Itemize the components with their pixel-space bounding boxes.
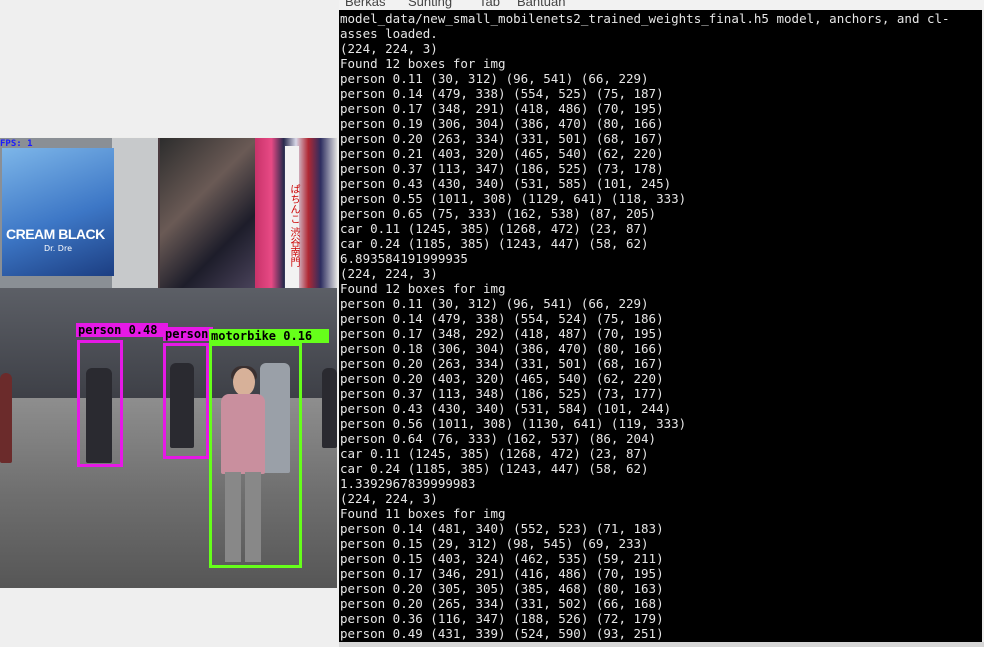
terminal-line: person 0.15 (403, 324) (462, 535) (59, 2… bbox=[340, 551, 664, 566]
terminal-line: person 0.11 (30, 312) (96, 541) (66, 229… bbox=[340, 296, 649, 311]
terminal-line: person 0.15 (29, 312) (98, 545) (69, 233… bbox=[340, 536, 649, 551]
terminal-line: person 0.64 (76, 333) (162, 537) (86, 20… bbox=[340, 431, 657, 446]
terminal-line: car 0.24 (1185, 385) (1243, 447) (58, 62… bbox=[340, 236, 649, 251]
menu-item-tab[interactable]: Tab bbox=[479, 0, 500, 9]
terminal-line: person 0.37 (113, 348) (186, 525) (73, 1… bbox=[340, 386, 664, 401]
terminal-line: person 0.56 (1011, 308) (1130, 641) (119… bbox=[340, 416, 687, 431]
menu-item-bantuan[interactable]: Bantuan bbox=[517, 0, 565, 9]
terminal-line: person 0.21 (403, 320) (465, 540) (62, 2… bbox=[340, 146, 664, 161]
terminal-line: person 0.20 (265, 334) (331, 502) (66, 1… bbox=[340, 596, 664, 611]
terminal-line: person 0.14 (479, 338) (554, 525) (75, 1… bbox=[340, 86, 664, 101]
terminal-line: car 0.24 (1185, 385) (1243, 447) (58, 62… bbox=[340, 461, 649, 476]
terminal-bottom-edge bbox=[339, 642, 984, 647]
terminal-menubar: Berkas Sunting Tab Bantuan bbox=[339, 0, 984, 10]
scene-billboard: CREAM BLACK Dr. Dre bbox=[2, 148, 114, 276]
terminal-line: person 0.14 (479, 338) (554, 524) (75, 1… bbox=[340, 311, 664, 326]
desktop-area-bottom bbox=[0, 588, 338, 647]
bbox-person-1 bbox=[77, 340, 123, 467]
scene-vertical-sign: ぱちんこ 渋谷南門 bbox=[285, 146, 299, 306]
terminal-line: person 0.36 (116, 347) (188, 526) (72, 1… bbox=[340, 611, 664, 626]
terminal-line: 1.3392967839999983 bbox=[340, 476, 476, 491]
terminal-output[interactable]: model_data/new_small_mobilenets2_trained… bbox=[339, 10, 982, 642]
terminal-line: model_data/new_small_mobilenets2_trained… bbox=[340, 11, 950, 26]
menu-item-sunting[interactable]: Sunting bbox=[408, 0, 452, 9]
fps-label: FPS: 1 bbox=[0, 139, 33, 149]
scene-manga-poster bbox=[160, 138, 255, 288]
terminal-line: person 0.55 (1011, 308) (1129, 641) (118… bbox=[340, 191, 687, 206]
terminal-line: person 0.43 (430, 340) (531, 585) (101, … bbox=[340, 176, 672, 191]
terminal-line: person 0.20 (403, 320) (465, 540) (62, 2… bbox=[340, 371, 664, 386]
detection-video-window[interactable]: CREAM BLACK Dr. Dre ぱちんこ 渋谷南門 FPS: 1 per… bbox=[0, 138, 337, 588]
terminal-line: person 0.20 (305, 305) (385, 468) (80, 1… bbox=[340, 581, 664, 596]
terminal-line: car 0.11 (1245, 385) (1268, 472) (23, 87… bbox=[340, 221, 649, 236]
terminal-line: person 0.20 (263, 334) (331, 501) (68, 1… bbox=[340, 131, 664, 146]
terminal-line: 6.893584191999935 bbox=[340, 251, 468, 266]
scene-pedestrian bbox=[0, 373, 12, 463]
bbox-tag-motorbike: motorbike 0.16 bbox=[209, 329, 329, 343]
terminal-line: person 0.19 (306, 304) (386, 470) (80, 1… bbox=[340, 116, 664, 131]
terminal-line: person 0.65 (75, 333) (162, 538) (87, 20… bbox=[340, 206, 657, 221]
terminal-line: asses loaded. bbox=[340, 26, 438, 41]
billboard-subtext: Dr. Dre bbox=[44, 244, 72, 253]
desktop-area-top bbox=[0, 0, 338, 137]
terminal-line: person 0.11 (30, 312) (96, 541) (66, 229… bbox=[340, 71, 649, 86]
terminal-lines: model_data/new_small_mobilenets2_trained… bbox=[340, 11, 950, 641]
bbox-person-2 bbox=[163, 343, 209, 459]
terminal-line: car 0.11 (1245, 385) (1268, 472) (23, 87… bbox=[340, 446, 649, 461]
scene-pedestrian bbox=[322, 368, 337, 448]
terminal-line: person 0.49 (431, 339) (524, 590) (93, 2… bbox=[340, 626, 664, 641]
terminal-line: person 0.43 (430, 340) (531, 584) (101, … bbox=[340, 401, 672, 416]
bbox-tag-person-1: person 0.48 bbox=[76, 323, 168, 337]
terminal-line: person 0.18 (306, 304) (386, 470) (80, 1… bbox=[340, 341, 664, 356]
terminal-line: person 0.17 (348, 292) (418, 487) (70, 1… bbox=[340, 326, 664, 341]
terminal-line: (224, 224, 3) bbox=[340, 41, 438, 56]
terminal-line: person 0.37 (113, 347) (186, 525) (73, 1… bbox=[340, 161, 664, 176]
terminal-line: person 0.17 (346, 291) (416, 486) (70, 1… bbox=[340, 566, 664, 581]
menu-item-berkas[interactable]: Berkas bbox=[345, 0, 385, 9]
bbox-tag-person-2: person bbox=[163, 327, 213, 341]
terminal-line: Found 11 boxes for img bbox=[340, 506, 506, 521]
terminal-line: person 0.20 (263, 334) (331, 501) (68, 1… bbox=[340, 356, 664, 371]
terminal-line: person 0.17 (348, 291) (418, 486) (70, 1… bbox=[340, 101, 664, 116]
billboard-text: CREAM BLACK bbox=[6, 226, 105, 242]
terminal-line: Found 12 boxes for img bbox=[340, 56, 506, 71]
terminal-line: Found 12 boxes for img bbox=[340, 281, 506, 296]
terminal-line: (224, 224, 3) bbox=[340, 266, 438, 281]
terminal-line: person 0.14 (481, 340) (552, 523) (71, 1… bbox=[340, 521, 664, 536]
terminal-line: (224, 224, 3) bbox=[340, 491, 438, 506]
bbox-motorbike bbox=[209, 343, 302, 568]
